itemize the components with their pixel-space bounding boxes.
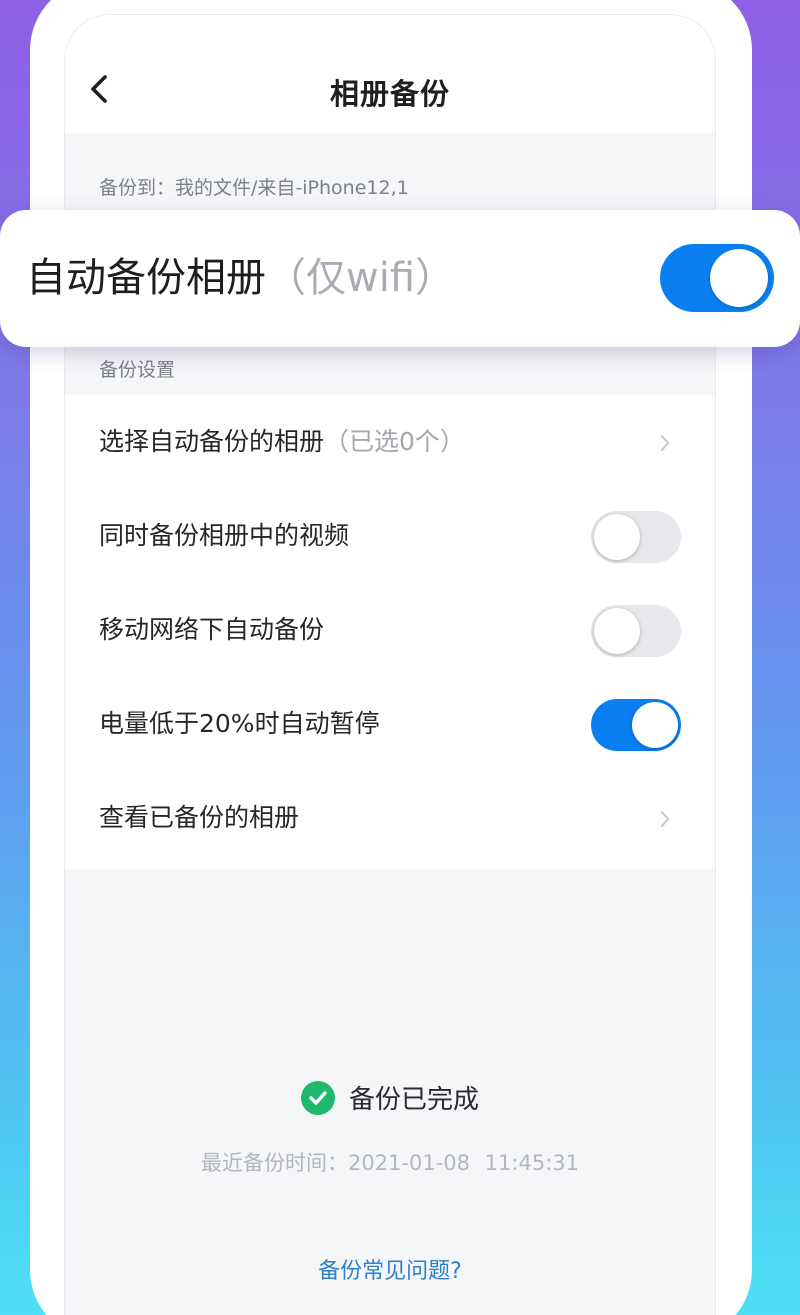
view-backed-up-row[interactable]: 查看已备份的相册 xyxy=(65,771,715,865)
settings-list: 选择自动备份的相册（已选0个） 同时备份相册中的视频 移动网络下自动备份 电量低… xyxy=(65,395,715,869)
backup-destination: 备份到：我的文件/来自-iPhone12,1 xyxy=(99,177,409,199)
page-title: 相册备份 xyxy=(329,77,450,111)
toggle-knob xyxy=(594,514,640,560)
toggle-knob xyxy=(594,608,640,654)
section-header-settings: 备份设置 xyxy=(99,359,176,381)
mobile-network-toggle[interactable] xyxy=(591,605,681,657)
low-battery-row: 电量低于20%时自动暂停 xyxy=(65,677,715,771)
backup-videos-toggle[interactable] xyxy=(591,511,681,563)
view-backed-up-label: 查看已备份的相册 xyxy=(99,803,300,832)
backup-status: 备份已完成 xyxy=(65,1079,715,1118)
backup-videos-row: 同时备份相册中的视频 xyxy=(65,489,715,583)
toggle-knob xyxy=(710,249,768,307)
wifi-only-hint: （仅wifi） xyxy=(266,255,456,301)
selected-count-hint: （已选0个） xyxy=(324,427,465,456)
last-backup-time: 最近备份时间：2021-01-08 11:45:31 xyxy=(200,1151,580,1175)
auto-backup-toggle[interactable] xyxy=(660,244,774,312)
select-albums-row[interactable]: 选择自动备份的相册（已选0个） xyxy=(65,395,715,489)
backup-videos-label: 同时备份相册中的视频 xyxy=(99,521,350,550)
auto-backup-card: 自动备份相册（仅wifi） xyxy=(0,210,800,347)
toggle-knob xyxy=(632,702,678,748)
auto-backup-label: 自动备份相册 xyxy=(26,255,266,301)
mobile-network-row: 移动网络下自动备份 xyxy=(65,583,715,677)
select-albums-label: 选择自动备份的相册 xyxy=(99,427,325,456)
chevron-right-icon xyxy=(661,435,669,451)
check-circle-icon xyxy=(300,1080,335,1115)
low-battery-toggle[interactable] xyxy=(591,699,681,751)
nav-bar: 相册备份 xyxy=(65,15,715,133)
faq-link[interactable]: 备份常见问题? xyxy=(65,1253,715,1285)
mobile-network-label: 移动网络下自动备份 xyxy=(99,615,325,644)
backup-status-text: 备份已完成 xyxy=(348,1085,479,1115)
chevron-right-icon xyxy=(661,811,669,827)
low-battery-label: 电量低于20%时自动暂停 xyxy=(99,709,380,738)
